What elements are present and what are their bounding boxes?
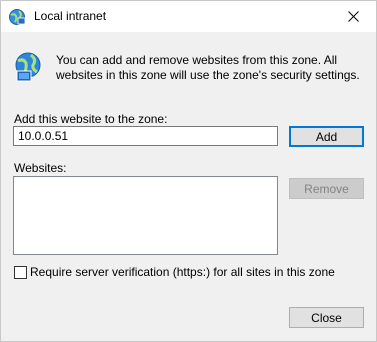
zone-description: You can add and remove websites from thi… <box>56 53 360 82</box>
window-title: Local intranet <box>34 9 107 23</box>
intranet-zone-icon <box>15 52 41 82</box>
add-button[interactable]: Add <box>289 126 364 147</box>
close-button[interactable]: Close <box>289 307 364 328</box>
globe-icon <box>9 9 26 25</box>
websites-list[interactable] <box>13 176 278 255</box>
remove-button[interactable]: Remove <box>289 178 364 199</box>
window-close-button[interactable] <box>330 1 376 32</box>
title-bar[interactable]: Local intranet <box>1 1 376 32</box>
require-verification-row[interactable]: Require server verification (https:) for… <box>14 265 335 279</box>
close-icon <box>347 11 359 22</box>
local-intranet-dialog: Local intranet You can add and remove we… <box>0 0 377 342</box>
add-site-label: Add this website to the zone: <box>14 112 168 126</box>
websites-label: Websites: <box>14 161 67 175</box>
require-verification-label[interactable]: Require server verification (https:) for… <box>30 265 335 279</box>
require-verification-checkbox[interactable] <box>14 265 27 279</box>
add-site-input[interactable] <box>13 126 278 146</box>
